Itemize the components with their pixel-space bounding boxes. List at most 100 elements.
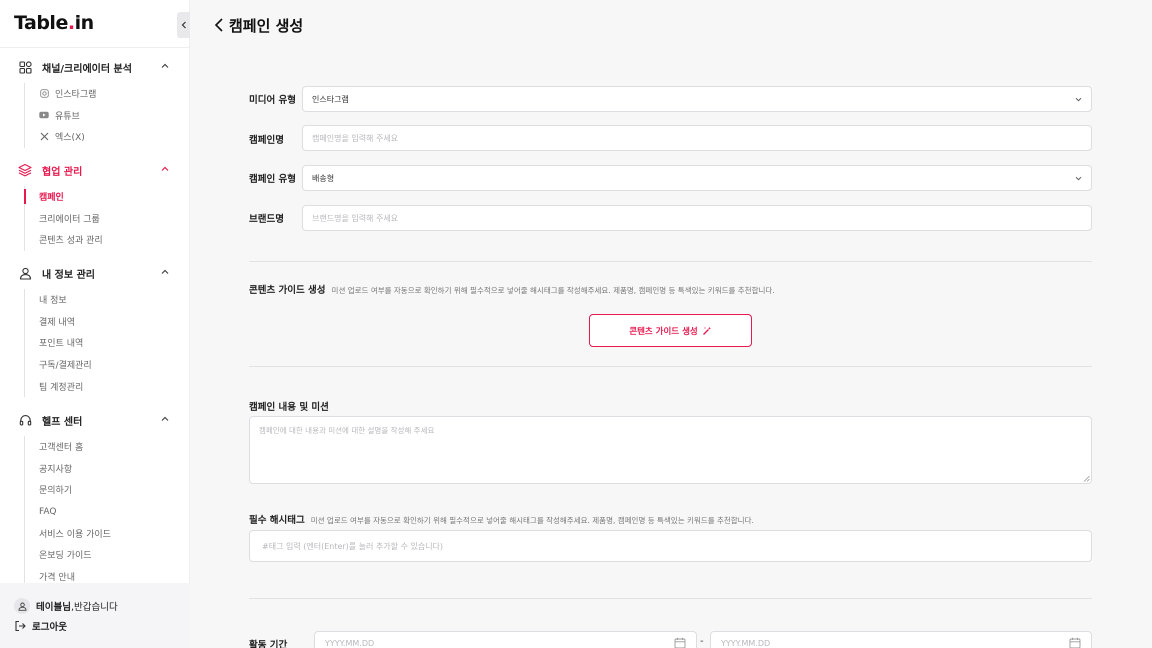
sidebar-item-support-home[interactable]: 고객센터 홈 — [25, 436, 190, 458]
content-mission-textarea[interactable]: 캠페인에 대한 내용과 미션에 대한 설명을 작성해 주세요 — [249, 416, 1092, 484]
nav-section-collab: 협업 관리 캠페인 크리에이터 그룹 콘텐츠 성과 관리 — [0, 160, 190, 251]
sidebar-item-campaign[interactable]: 캠페인 — [24, 186, 190, 208]
brand-name-input[interactable]: 브랜드명을 입력해 주세요 — [302, 205, 1092, 231]
content-guide-label: 콘텐츠 가이드 생성 미션 업로드 여부를 자동으로 확인하기 위해 필수적으로 … — [249, 282, 775, 296]
sidebar-collapse-button[interactable] — [177, 12, 190, 38]
campaign-name-label: 캠페인명 — [249, 135, 284, 146]
sidebar-item-label: 문의하기 — [39, 486, 73, 497]
nav-sublist: 내 정보 결제 내역 포인트 내역 구독/결제관리 팀 계정관리 — [24, 289, 190, 397]
chevron-left-icon — [214, 18, 223, 32]
chevron-left-icon — [181, 21, 186, 29]
logo-text: Table — [14, 12, 68, 34]
sidebar-item-creator-group[interactable]: 크리에이터 그룹 — [25, 208, 190, 230]
nav-section-collab-header[interactable]: 협업 관리 — [0, 160, 190, 180]
content-mission-label: 캠페인 내용 및 미션 — [249, 402, 329, 413]
layers-icon — [18, 163, 32, 177]
campaign-type-value: 배송형 — [312, 173, 335, 183]
nav-section-title: 채널/크리에이터 분석 — [42, 63, 132, 75]
greeting-text: ,반갑습니다 — [70, 602, 118, 613]
nav-section-my-info-header[interactable]: 내 정보 관리 — [0, 263, 190, 283]
nav-section-my-info: 내 정보 관리 내 정보 결제 내역 포인트 내역 구독/결제관리 팀 계정관리 — [0, 263, 190, 397]
sidebar: Table.in 채널/크리에이터 분석 인스타그램 유튜브 엑스(X) 협업 … — [0, 0, 190, 648]
nav-sublist: 고객센터 홈 공지사항 문의하기 FAQ 서비스 이용 가이드 온보딩 가이드 … — [24, 436, 190, 588]
sidebar-item-label: 가격 안내 — [39, 572, 75, 583]
nav-section-title: 헬프 센터 — [42, 416, 83, 428]
headset-icon — [18, 413, 32, 427]
sidebar-item-label: 서비스 이용 가이드 — [39, 529, 111, 540]
nav-section-analysis: 채널/크리에이터 분석 인스타그램 유튜브 엑스(X) — [0, 57, 190, 148]
sidebar-item-inquiry[interactable]: 문의하기 — [25, 479, 190, 501]
brand-name-label: 브랜드명 — [249, 214, 284, 225]
nav-section-help-header[interactable]: 헬프 센터 — [0, 410, 190, 430]
sidebar-item-label: 팀 계정관리 — [39, 382, 84, 393]
sidebar-item-label: 크리에이터 그룹 — [39, 214, 100, 225]
section-divider — [249, 598, 1092, 599]
resize-handle-icon[interactable] — [1083, 475, 1090, 482]
sidebar-footer: 테이블님 ,반갑습니다 로그아웃 — [0, 583, 190, 648]
chevron-up-icon — [161, 166, 169, 171]
campaign-name-input[interactable]: 캠페인명을 입력해 주세요 — [302, 125, 1092, 151]
youtube-icon — [39, 110, 49, 120]
user-greeting: 테이블님 ,반갑습니다 — [14, 598, 118, 614]
grid-icon — [18, 60, 32, 74]
start-date-input[interactable]: YYYY.MM.DD — [314, 631, 697, 648]
logout-button[interactable]: 로그아웃 — [14, 619, 67, 633]
nav-sublist: 인스타그램 유튜브 엑스(X) — [24, 83, 190, 148]
sidebar-item-point-history[interactable]: 포인트 내역 — [25, 332, 190, 354]
sidebar-item-label: 고객센터 홈 — [39, 443, 84, 454]
content-guide-title: 콘텐츠 가이드 생성 — [249, 285, 326, 296]
hashtags-label: 필수 해시태그 미션 업로드 여부를 자동으로 확인하기 위해 필수적으로 넣어줄… — [249, 512, 754, 526]
hashtags-help: 미션 업로드 여부를 자동으로 확인하기 위해 필수적으로 넣어줄 해시태그를 … — [310, 516, 754, 525]
sidebar-item-subscription[interactable]: 구독/결제관리 — [25, 354, 190, 376]
sidebar-item-content-performance[interactable]: 콘텐츠 성과 관리 — [25, 229, 190, 251]
logo-suffix: in — [74, 12, 95, 34]
sidebar-item-service-guide[interactable]: 서비스 이용 가이드 — [25, 522, 190, 544]
calendar-icon[interactable] — [1069, 637, 1081, 648]
chevron-down-icon — [1075, 176, 1082, 181]
sidebar-item-label: 내 정보 — [39, 296, 67, 307]
calendar-icon[interactable] — [674, 637, 686, 648]
sidebar-item-label: 엑스(X) — [55, 133, 85, 144]
sidebar-item-x[interactable]: 엑스(X) — [25, 126, 190, 148]
media-type-select[interactable]: 인스타그램 — [302, 86, 1092, 112]
magic-wand-icon — [702, 326, 712, 336]
sidebar-item-youtube[interactable]: 유튜브 — [25, 105, 190, 127]
nav-section-analysis-header[interactable]: 채널/크리에이터 분석 — [0, 57, 190, 77]
sidebar-item-my-info[interactable]: 내 정보 — [25, 289, 190, 311]
nav-section-help: 헬프 센터 고객센터 홈 공지사항 문의하기 FAQ 서비스 이용 가이드 온보… — [0, 410, 190, 588]
page-title: 캠페인 생성 — [229, 17, 304, 35]
generate-content-guide-button[interactable]: 콘텐츠 가이드 생성 — [589, 314, 752, 347]
sidebar-item-label: 인스타그램 — [55, 90, 97, 101]
content-mission-placeholder: 캠페인에 대한 내용과 미션에 대한 설명을 작성해 주세요 — [259, 426, 435, 435]
logo[interactable]: Table.in — [14, 12, 94, 34]
chevron-up-icon — [161, 269, 169, 274]
end-date-input[interactable]: YYYY.MM.DD — [710, 631, 1092, 648]
logo-dot: . — [67, 12, 75, 34]
media-type-label: 미디어 유형 — [249, 95, 297, 106]
nav-section-title: 협업 관리 — [42, 166, 83, 178]
chevron-up-icon — [161, 63, 169, 68]
back-button[interactable] — [212, 17, 226, 33]
chevron-down-icon — [1075, 97, 1082, 102]
avatar-icon — [14, 598, 30, 614]
campaign-type-label: 캠페인 유형 — [249, 174, 297, 185]
section-divider — [249, 261, 1092, 262]
sidebar-item-label: 포인트 내역 — [39, 339, 84, 350]
sidebar-item-label: 유튜브 — [55, 111, 80, 122]
sidebar-item-faq[interactable]: FAQ — [25, 501, 190, 523]
sidebar-item-notices[interactable]: 공지사항 — [25, 458, 190, 480]
sidebar-item-team-accounts[interactable]: 팀 계정관리 — [25, 375, 190, 397]
logout-label: 로그아웃 — [32, 622, 67, 633]
hashtags-title: 필수 해시태그 — [249, 515, 305, 526]
date-separator: - — [700, 636, 704, 647]
sidebar-item-onboarding-guide[interactable]: 온보딩 가이드 — [25, 544, 190, 566]
user-name: 테이블님 — [36, 602, 71, 613]
sidebar-item-label: 콘텐츠 성과 관리 — [39, 236, 103, 247]
sidebar-item-payment-history[interactable]: 결제 내역 — [25, 311, 190, 333]
campaign-type-select[interactable]: 배송형 — [302, 165, 1092, 191]
hashtag-input[interactable]: #태그 입력 (엔터(Enter)를 눌러 추가할 수 있습니다) — [249, 530, 1092, 562]
section-divider — [249, 366, 1092, 367]
sidebar-item-instagram[interactable]: 인스타그램 — [25, 83, 190, 105]
sidebar-item-label: FAQ — [39, 506, 57, 517]
sidebar-item-label: 공지사항 — [39, 464, 73, 475]
